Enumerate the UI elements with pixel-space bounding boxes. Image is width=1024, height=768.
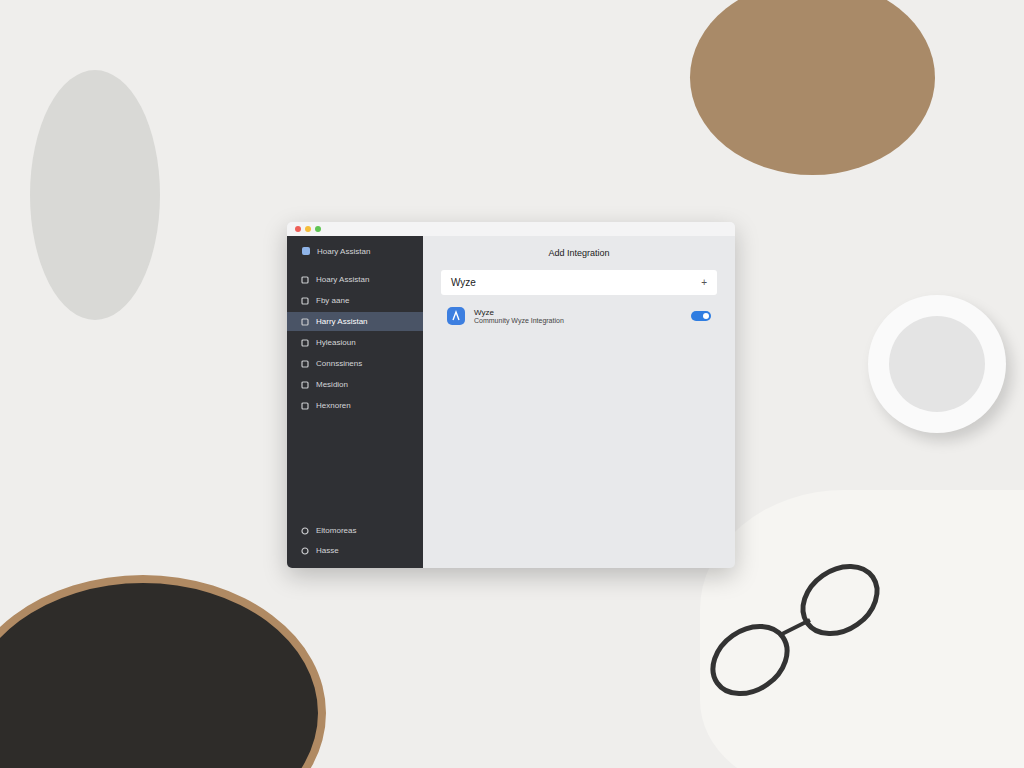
add-icon[interactable]: + [701, 277, 707, 288]
sidebar: Hoary Assistan Hoary Assistan Fby aane Harr… [287, 236, 423, 568]
enable-toggle[interactable] [691, 311, 711, 321]
home-icon [301, 246, 311, 256]
woven-pot [690, 0, 935, 175]
zoom-button[interactable] [315, 226, 321, 232]
sidebar-footer-item[interactable]: Eltomoreas [287, 521, 423, 540]
basket [0, 575, 326, 768]
sidebar-footer-item[interactable]: Hasse [287, 541, 423, 560]
menu-icon [301, 381, 309, 389]
menu-icon [301, 297, 309, 305]
app-window: Hoary Assistan Hoary Assistan Fby aane Harr… [287, 222, 735, 568]
sidebar-item[interactable]: Hyleasioun [287, 333, 423, 352]
integration-icon [447, 307, 465, 325]
glasses-icon [690, 560, 910, 710]
sidebar-item[interactable]: Mesidion [287, 375, 423, 394]
menu-icon [301, 402, 309, 410]
menu-icon [301, 276, 309, 284]
desk-photo: Hoary Assistan Hoary Assistan Fby aane Harr… [0, 0, 1024, 768]
sidebar-item[interactable]: Harry Assistan [287, 312, 423, 331]
page-title: Add Integration [441, 246, 717, 258]
close-button[interactable] [295, 226, 301, 232]
app-brand: Hoary Assistan [287, 246, 423, 270]
sidebar-item[interactable]: Connssinens [287, 354, 423, 373]
settings-icon [301, 547, 309, 555]
sidebar-item[interactable]: Hoary Assistan [287, 270, 423, 289]
minimize-button[interactable] [305, 226, 311, 232]
sidebar-item[interactable]: Hexnoren [287, 396, 423, 415]
app-title: Hoary Assistan [317, 247, 370, 256]
settings-icon [301, 527, 309, 535]
sidebar-item[interactable]: Fby aane [287, 291, 423, 310]
plant-pot [30, 70, 160, 320]
search-field[interactable]: Wyze+ [441, 270, 717, 295]
menu-icon [301, 318, 309, 326]
integration-row[interactable]: WyzeCommunity Wyze Integration [441, 307, 717, 325]
menu-icon [301, 339, 309, 347]
glasses [690, 560, 910, 714]
white-cup [868, 295, 1006, 433]
menu-icon [301, 360, 309, 368]
title-bar [287, 222, 735, 236]
main-panel: Add Integration Wyze+ WyzeCommunity Wyze I… [423, 236, 735, 568]
